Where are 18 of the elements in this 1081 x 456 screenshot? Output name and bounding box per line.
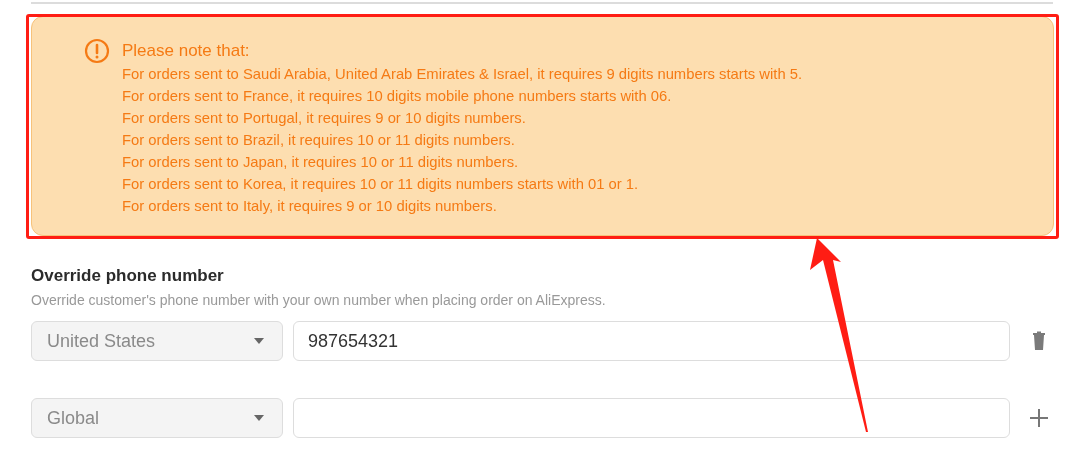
plus-icon[interactable] xyxy=(1027,406,1051,430)
notice-text: For orders sent to Italy, it requires 9 or 10 digits numbers. xyxy=(122,197,498,216)
section-description: Override customer's phone number with your own number when placing order on AliExpress. xyxy=(31,291,607,310)
phone-input[interactable] xyxy=(293,398,1010,438)
notice-text: For orders sent to France, it requires 10 digits mobile phone numbers starts with 06. xyxy=(122,87,673,106)
notice-text: For orders sent to Japan, it requires 10 or 11 digits numbers. xyxy=(122,153,520,172)
country-select[interactable]: United States xyxy=(31,321,283,361)
notice-text: For orders sent to Portugal, it requires 9 or 10 digits numbers. xyxy=(122,109,527,128)
section-title: Override phone number xyxy=(31,265,225,287)
notice-text: For orders sent to Brazil, it requires 10 or 11 digits numbers. xyxy=(122,131,516,150)
phone-input[interactable]: 987654321 xyxy=(293,321,1010,361)
warning-icon xyxy=(84,38,110,64)
caret-icon xyxy=(254,338,264,344)
notice-text: For orders sent to Korea, it requires 10 or 11 digits numbers starts with 01 or 1. xyxy=(122,175,640,194)
notice-text: For orders sent to Saudi Arabia, United Arab Emirates & Israel, it requires 9 digits numbers starts with 5. xyxy=(122,65,803,84)
country-select[interactable]: Global xyxy=(31,398,283,438)
caret-icon xyxy=(254,415,264,421)
notice-title: Please note that: xyxy=(122,40,251,62)
